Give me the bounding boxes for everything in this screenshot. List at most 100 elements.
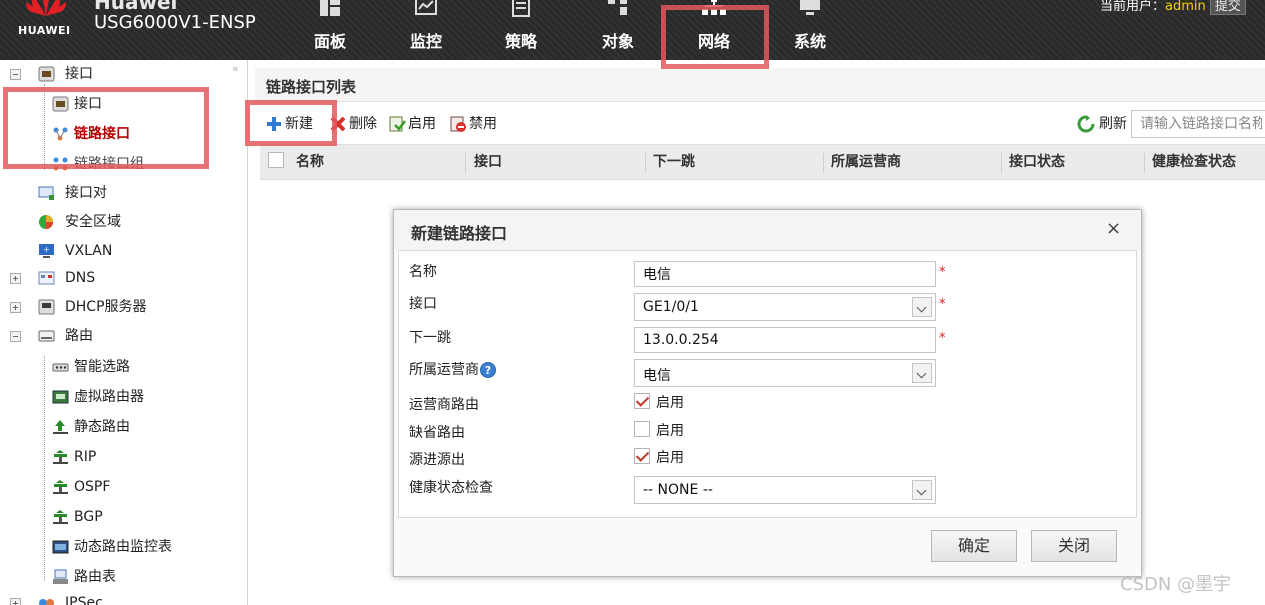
column-divider bbox=[465, 153, 466, 173]
sidebar-item-label: OSPF bbox=[74, 479, 111, 495]
sidebar-item-label: BGP bbox=[74, 509, 103, 525]
sidebar-item-label: 接口 bbox=[65, 66, 93, 82]
isp-select-value: 电信 bbox=[643, 368, 671, 384]
system-icon bbox=[800, 0, 820, 15]
chevron-down-icon[interactable] bbox=[912, 363, 932, 383]
column-header-interface-status[interactable]: 接口状态 bbox=[1009, 145, 1065, 181]
table-header: 名称 接口 下一跳 所属运营商 接口状态 健康检查状态 bbox=[260, 144, 1265, 180]
panel-header: 链路接口列表 bbox=[255, 68, 1265, 102]
source-in-source-out-checkbox[interactable] bbox=[634, 448, 650, 464]
ok-button[interactable]: 确定 bbox=[931, 530, 1017, 562]
highlight-box-new-button bbox=[245, 100, 337, 146]
route-monitor-icon bbox=[52, 540, 69, 554]
nav-label: 对象 bbox=[601, 32, 634, 51]
help-icon[interactable]: ? bbox=[480, 362, 496, 378]
sidebar-item-label: 路由表 bbox=[74, 569, 116, 585]
bgp-icon bbox=[53, 510, 68, 524]
nav-monitor[interactable]: 监控 bbox=[396, 0, 456, 60]
user-submit-button[interactable]: 提交 bbox=[1209, 0, 1246, 15]
default-route-checkbox[interactable] bbox=[634, 421, 650, 437]
dhcp-icon bbox=[38, 299, 55, 315]
sidebar-item-bgp[interactable]: BGP bbox=[52, 506, 232, 528]
nav-dashboard[interactable]: 面板 bbox=[300, 0, 360, 60]
object-icon bbox=[608, 0, 627, 15]
column-divider bbox=[823, 153, 824, 173]
sidebar-item-route-table[interactable]: 路由表 bbox=[52, 566, 232, 588]
highlight-box-network-tab bbox=[661, 5, 769, 69]
dialog-title: 新建链路接口 bbox=[411, 224, 508, 243]
search-input[interactable] bbox=[1131, 110, 1265, 138]
ipsec-icon bbox=[39, 599, 54, 605]
sidebar-item-label: 静态路由 bbox=[74, 419, 130, 435]
virtual-router-icon bbox=[52, 390, 69, 404]
sidebar-item-label: 智能选路 bbox=[74, 359, 130, 375]
interface-select[interactable]: GE1/0/1 bbox=[634, 293, 936, 321]
sidebar-item-route[interactable]: 路由 bbox=[10, 325, 240, 347]
name-input[interactable] bbox=[634, 261, 936, 287]
nav-label: 面板 bbox=[313, 32, 346, 51]
isp-route-label: 运营商路由 bbox=[409, 397, 479, 413]
sidebar-item-interface-pair[interactable]: 接口对 bbox=[38, 182, 238, 204]
rip-icon bbox=[53, 450, 68, 464]
sidebar-item-virtual-router[interactable]: 虚拟路由器 bbox=[52, 386, 232, 408]
panel-title: 链路接口列表 bbox=[266, 78, 357, 96]
user-info: 当前用户：admin 提交 bbox=[1100, 0, 1246, 15]
logo-text: HUAWEI bbox=[18, 24, 71, 37]
toolbar: 新建 删除 启用 禁用 刷新 bbox=[255, 104, 1265, 142]
sidebar-item-security-zone[interactable]: 安全区域 bbox=[38, 211, 238, 233]
column-header-health-status[interactable]: 健康检查状态 bbox=[1152, 145, 1236, 181]
column-header-isp[interactable]: 所属运营商 bbox=[831, 145, 901, 181]
sidebar-item-ospf[interactable]: OSPF bbox=[52, 476, 232, 498]
sidebar-item-route-monitor[interactable]: 动态路由监控表 bbox=[52, 536, 232, 558]
next-hop-input[interactable] bbox=[634, 327, 936, 353]
interface-icon bbox=[38, 66, 55, 82]
sidebar-item-label: DHCP服务器 bbox=[65, 299, 147, 315]
route-table-icon bbox=[53, 569, 68, 584]
expand-toggle-icon[interactable] bbox=[10, 302, 21, 313]
sidebar-item-dns[interactable]: DNS bbox=[10, 267, 240, 289]
nav-object[interactable]: 对象 bbox=[588, 0, 648, 60]
column-divider bbox=[1144, 153, 1145, 173]
sidebar-item-smart-route[interactable]: 智能选路 bbox=[52, 356, 232, 378]
isp-route-checkbox[interactable] bbox=[634, 393, 650, 409]
health-check-select[interactable]: -- NONE -- bbox=[634, 476, 936, 504]
select-all-checkbox[interactable] bbox=[268, 152, 284, 168]
chevron-down-icon[interactable] bbox=[912, 480, 932, 500]
huawei-flower-icon bbox=[26, 0, 66, 16]
source-in-source-out-label: 源进源出 bbox=[409, 452, 465, 468]
column-header-name[interactable]: 名称 bbox=[296, 145, 324, 181]
collapse-toggle-icon[interactable] bbox=[10, 69, 21, 80]
column-header-next-hop[interactable]: 下一跳 bbox=[653, 145, 695, 181]
sidebar-item-vxlan[interactable]: + VXLAN bbox=[38, 240, 238, 262]
ospf-icon bbox=[53, 480, 68, 494]
enable-icon bbox=[389, 116, 406, 132]
monitor-icon bbox=[415, 0, 437, 15]
dns-icon bbox=[38, 271, 55, 285]
new-link-interface-dialog: 新建链路接口 × 名称 * 接口 GE1/0/1 * 下一跳 * 所属运营商? … bbox=[393, 209, 1142, 577]
sidebar-item-rip[interactable]: RIP bbox=[52, 446, 232, 468]
refresh-button-label: 刷新 bbox=[1099, 116, 1127, 132]
interface-pair-icon bbox=[38, 186, 54, 200]
product-name: USG6000V1-ENSP bbox=[94, 12, 256, 33]
expand-toggle-icon[interactable] bbox=[10, 598, 21, 605]
sidebar-item-interface-root[interactable]: 接口 bbox=[10, 63, 240, 85]
column-header-interface[interactable]: 接口 bbox=[474, 145, 502, 181]
watermark: CSDN @墨宇 bbox=[1120, 574, 1232, 595]
chevron-down-icon[interactable] bbox=[912, 297, 932, 317]
dialog-form: 名称 * 接口 GE1/0/1 * 下一跳 * 所属运营商? 电信 运营商路由 … bbox=[398, 250, 1137, 518]
close-button[interactable]: 关闭 bbox=[1031, 530, 1117, 562]
required-mark: * bbox=[939, 265, 946, 280]
nav-policy[interactable]: 策略 bbox=[491, 0, 551, 60]
default-route-label: 缺省路由 bbox=[409, 425, 465, 441]
disable-button-label: 禁用 bbox=[469, 116, 497, 132]
sidebar-item-static-route[interactable]: 静态路由 bbox=[52, 416, 232, 438]
isp-select[interactable]: 电信 bbox=[634, 359, 936, 387]
tree-guide-line bbox=[44, 356, 45, 581]
nav-system[interactable]: 系统 bbox=[780, 0, 840, 60]
sidebar-item-ipsec[interactable]: IPSec bbox=[10, 592, 240, 605]
collapse-toggle-icon[interactable] bbox=[10, 331, 21, 342]
column-divider bbox=[1001, 153, 1002, 173]
close-icon[interactable]: × bbox=[1106, 218, 1121, 239]
sidebar-item-dhcp[interactable]: DHCP服务器 bbox=[10, 296, 240, 318]
expand-toggle-icon[interactable] bbox=[10, 273, 21, 284]
